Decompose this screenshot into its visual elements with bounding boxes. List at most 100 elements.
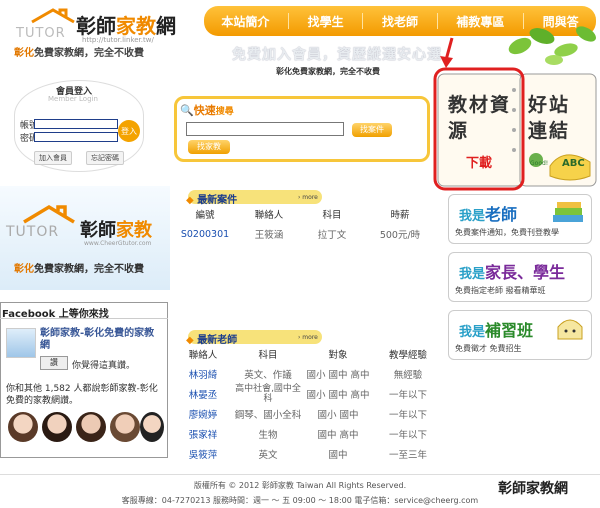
arrow-down-icon: [440, 37, 454, 68]
find-tutor-button[interactable]: 找家教: [188, 140, 230, 154]
parent-student-card[interactable]: 我是家長、學生 免費指定老師 撥看精華班: [448, 252, 592, 302]
teacher-subject: 生物: [258, 430, 278, 441]
card-prefix: 我是: [459, 325, 486, 340]
fan-avatar[interactable]: [8, 412, 38, 442]
teacher-name[interactable]: 廖婉婷: [174, 404, 232, 424]
column-header: 教學經驗: [388, 350, 427, 361]
nav-find-students[interactable]: 找學生: [308, 13, 344, 30]
teacher-name[interactable]: 吳筱萍: [174, 444, 232, 464]
teacher-subject: 英文、作議: [244, 370, 292, 381]
materials-title[interactable]: 教材資源: [448, 92, 512, 144]
teacher-target: 國中: [328, 450, 348, 461]
case-rate: 500元/時: [379, 230, 421, 241]
find-case-button[interactable]: 找案件: [352, 123, 392, 137]
teacher-subject: 英文: [258, 450, 278, 461]
table-row[interactable]: 林晏丞 高中社會,國中全科 國小 國中 高中 一年以下: [174, 384, 444, 404]
teachers-table: 聯絡人 科目 對象 教學經驗 林羽綺 英文、作議 國小 國中 高中 無經驗 林晏…: [174, 344, 444, 464]
bread-mascot-icon: [557, 319, 583, 340]
site-logo[interactable]: TUTOR 彰師家教網 http://tutor.linker.tw/: [14, 6, 184, 46]
banner-slogan: 免費加入會員，資歷縱選安心選: [232, 47, 442, 63]
column-header: 編號: [195, 210, 215, 221]
card-subtitle: 免費徵才 免費招生: [455, 344, 522, 353]
search-title-small: 搜尋: [215, 107, 234, 117]
teacher-experience: 一年以下: [388, 430, 427, 441]
cram-school-card[interactable]: 我是補習班 免費徵才 免費招生: [448, 310, 592, 360]
table-row[interactable]: S0200301 王筱涵 拉丁文 500元/時: [174, 224, 438, 244]
case-id[interactable]: S0200301: [174, 224, 236, 244]
books-icon: [553, 202, 583, 222]
promo-tagline: 彰化免費家教網，完全不收費: [14, 260, 144, 275]
table-header-row: 編號 聯絡人 科目 時薪: [174, 204, 438, 224]
header-tagline: 彰化免費家教網，完全不收費: [14, 44, 144, 59]
tagline-part: 免費家教網，完全不收費: [34, 48, 144, 59]
teacher-experience: 一年以下: [388, 410, 427, 421]
promo-url: www.CheerGtutor.com: [84, 240, 152, 247]
nav-about[interactable]: 本站簡介: [221, 13, 269, 30]
table-row[interactable]: 張家祥 生物 國中 高中 一年以下: [174, 424, 444, 444]
search-title-text: 快速: [193, 104, 216, 117]
magnifier-icon: 🔍: [180, 104, 194, 117]
card-subtitle: 免費指定老師 撥看精華班: [455, 286, 546, 295]
logo-brand-part: 家教: [116, 14, 156, 38]
account-input[interactable]: [34, 119, 118, 129]
teacher-subject: 高中社會,國中全科: [235, 384, 301, 404]
teacher-name[interactable]: 林晏丞: [174, 384, 232, 404]
teacher-subject: 鋼琴、國小全科: [234, 410, 302, 421]
promo-brand-part: 家教: [116, 220, 152, 241]
logo-brand-part: 網: [156, 14, 176, 38]
table-row[interactable]: 林羽綺 英文、作議 國小 國中 高中 無經驗: [174, 364, 444, 384]
facebook-like-button[interactable]: 讚: [40, 356, 68, 370]
cases-table: 編號 聯絡人 科目 時薪 S0200301 王筱涵 拉丁文 500元/時: [174, 204, 438, 244]
logo-brand-part: 彰師: [76, 14, 116, 38]
column-header: 聯絡人: [254, 210, 284, 221]
table-row[interactable]: 廖婉婷 鋼琴、國小全科 國小 國中 一年以下: [174, 404, 444, 424]
footer-divider: [0, 474, 600, 475]
footer-logo[interactable]: 彰師家教網: [498, 478, 568, 498]
join-button[interactable]: 加入會員: [34, 151, 72, 165]
login-button[interactable]: 登入: [118, 120, 140, 142]
page-avatar[interactable]: [6, 328, 36, 358]
teacher-name[interactable]: 張家祥: [174, 424, 232, 444]
case-subject: 拉丁文: [317, 230, 347, 241]
password-input[interactable]: [34, 132, 118, 142]
nav-cram-school[interactable]: 補教專區: [456, 13, 504, 30]
facebook-like-count: 你和其他 1,582 人都說彰師家教-彰化免費的家教網讚。: [6, 384, 158, 406]
good-badge: Good!: [530, 160, 549, 167]
facebook-page-name[interactable]: 彰師家教-彰化免費的家教網: [40, 328, 164, 352]
fan-avatar[interactable]: [42, 412, 72, 442]
case-search-input[interactable]: [186, 122, 344, 136]
promo-tutor-text: TUTOR: [6, 224, 60, 240]
nav-find-teachers[interactable]: 找老師: [382, 13, 418, 30]
teacher-target: 國小 國中: [317, 410, 359, 421]
leaves-decoration-icon: [508, 26, 596, 65]
teacher-name[interactable]: 林羽綺: [174, 364, 232, 384]
logo-tutor-text: TUTOR: [16, 26, 66, 41]
download-label[interactable]: 下載: [466, 152, 492, 171]
fan-avatar[interactable]: [110, 412, 140, 442]
promo-tagline-part: 彰化: [14, 264, 34, 275]
fan-avatar[interactable]: [76, 412, 106, 442]
logo-url: http://tutor.linker.tw/: [82, 36, 154, 44]
card-role: 家長、學生: [485, 263, 566, 282]
nav-divider: [436, 13, 438, 29]
forgot-password-button[interactable]: 忘記密碼: [86, 151, 124, 165]
cases-more-link[interactable]: › more: [298, 194, 318, 201]
facebook-like-text: 你覺得這真讚。: [72, 361, 136, 371]
teachers-more-link[interactable]: › more: [298, 334, 318, 341]
teacher-signup-card[interactable]: 我是老師 免費案件通知，免費刊登教學: [448, 194, 592, 244]
card-prefix: 我是: [459, 209, 486, 224]
links-title[interactable]: 好站連結: [528, 92, 584, 144]
teacher-target: 國小 國中 高中: [306, 370, 370, 381]
card-role: 老師: [485, 205, 518, 224]
fan-avatar[interactable]: [140, 412, 164, 442]
teacher-experience: 一至三年: [388, 450, 427, 461]
card-subtitle: 免費案件通知，免費刊登教學: [455, 228, 559, 237]
card-role: 補習班: [485, 321, 534, 340]
promo-tagline-part: 免費家教網，完全不收費: [34, 264, 144, 275]
table-header-row: 聯絡人 科目 對象 教學經驗: [174, 344, 444, 364]
table-row[interactable]: 吳筱萍 英文 國中 一至三年: [174, 444, 444, 464]
quick-search-title: 🔍快速搜尋: [180, 102, 234, 118]
column-header: 科目: [322, 210, 342, 221]
card-title: 我是老師: [459, 201, 517, 225]
case-contact: 王筱涵: [254, 230, 284, 241]
